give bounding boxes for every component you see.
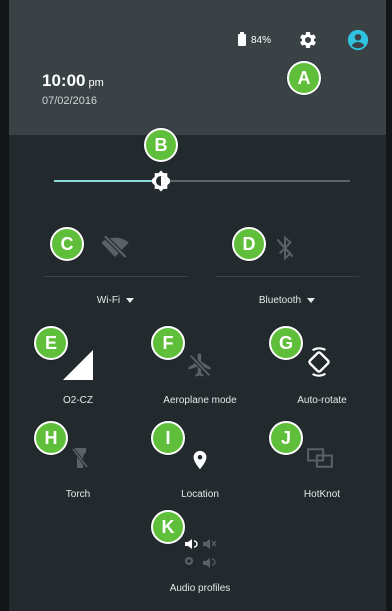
- wifi-label-row[interactable]: Wi-Fi: [44, 295, 187, 306]
- status-header: 84% 10:00 pm 07/02/2016: [9, 0, 386, 135]
- hotknot-icon[interactable]: [304, 443, 336, 473]
- time-value: 10:00: [42, 71, 86, 90]
- time-ampm: pm: [88, 77, 104, 89]
- audio-profiles-icon[interactable]: [183, 535, 219, 571]
- location-label: Location: [181, 489, 219, 500]
- annotation-marker-f: F: [151, 326, 185, 360]
- bluetooth-label: Bluetooth: [258, 295, 302, 306]
- airplane-icon[interactable]: [186, 350, 214, 380]
- battery-percent: 84%: [251, 34, 272, 46]
- torch-label: Torch: [65, 489, 91, 500]
- mobile-network-label: O2-CZ: [63, 395, 93, 406]
- user-account-icon[interactable]: [347, 29, 369, 51]
- signal-icon[interactable]: [60, 347, 96, 383]
- annotation-marker-j: J: [269, 421, 303, 455]
- brightness-icon[interactable]: [149, 169, 173, 193]
- location-pin-icon[interactable]: [189, 446, 211, 474]
- battery-status: 84%: [238, 32, 272, 46]
- annotation-marker-i: I: [151, 421, 185, 455]
- wifi-label: Wi-Fi: [96, 295, 121, 306]
- annotation-marker-c: C: [50, 227, 84, 261]
- annotation-marker-e: E: [34, 326, 68, 360]
- wifi-off-icon[interactable]: [98, 232, 132, 262]
- bluetooth-divider: [215, 276, 359, 277]
- annotation-marker-d: D: [232, 227, 266, 261]
- right-edge: [386, 0, 392, 611]
- left-edge: [0, 0, 9, 611]
- annotation-marker-b: B: [144, 128, 178, 162]
- battery-icon: [238, 32, 246, 46]
- auto-rotate-label: Auto-rotate: [297, 395, 347, 406]
- hotknot-label: HotKnot: [303, 489, 341, 500]
- audio-profiles-label: Audio profiles: [169, 583, 231, 594]
- quick-settings-panel: 84% 10:00 pm 07/02/2016 Wi-Fi Bluetooth …: [0, 0, 392, 611]
- settings-gear-icon[interactable]: [298, 30, 318, 50]
- bluetooth-off-icon[interactable]: [272, 234, 298, 262]
- bluetooth-chevron-down-icon: [307, 297, 316, 303]
- wifi-chevron-down-icon: [126, 297, 135, 303]
- annotation-marker-g: G: [269, 326, 303, 360]
- brightness-slider-fill: [54, 180, 161, 182]
- torch-icon[interactable]: [68, 443, 92, 473]
- rotate-icon[interactable]: [303, 346, 335, 378]
- annotation-marker-a: A: [287, 61, 321, 95]
- clock-date: 07/02/2016: [42, 95, 98, 107]
- aeroplane-mode-label: Aeroplane mode: [163, 395, 237, 406]
- annotation-marker-k: K: [151, 510, 185, 544]
- bluetooth-label-row[interactable]: Bluetooth: [215, 295, 359, 306]
- wifi-divider: [44, 276, 187, 277]
- clock-time: 10:00 pm: [42, 71, 104, 91]
- annotation-marker-h: H: [34, 421, 68, 455]
